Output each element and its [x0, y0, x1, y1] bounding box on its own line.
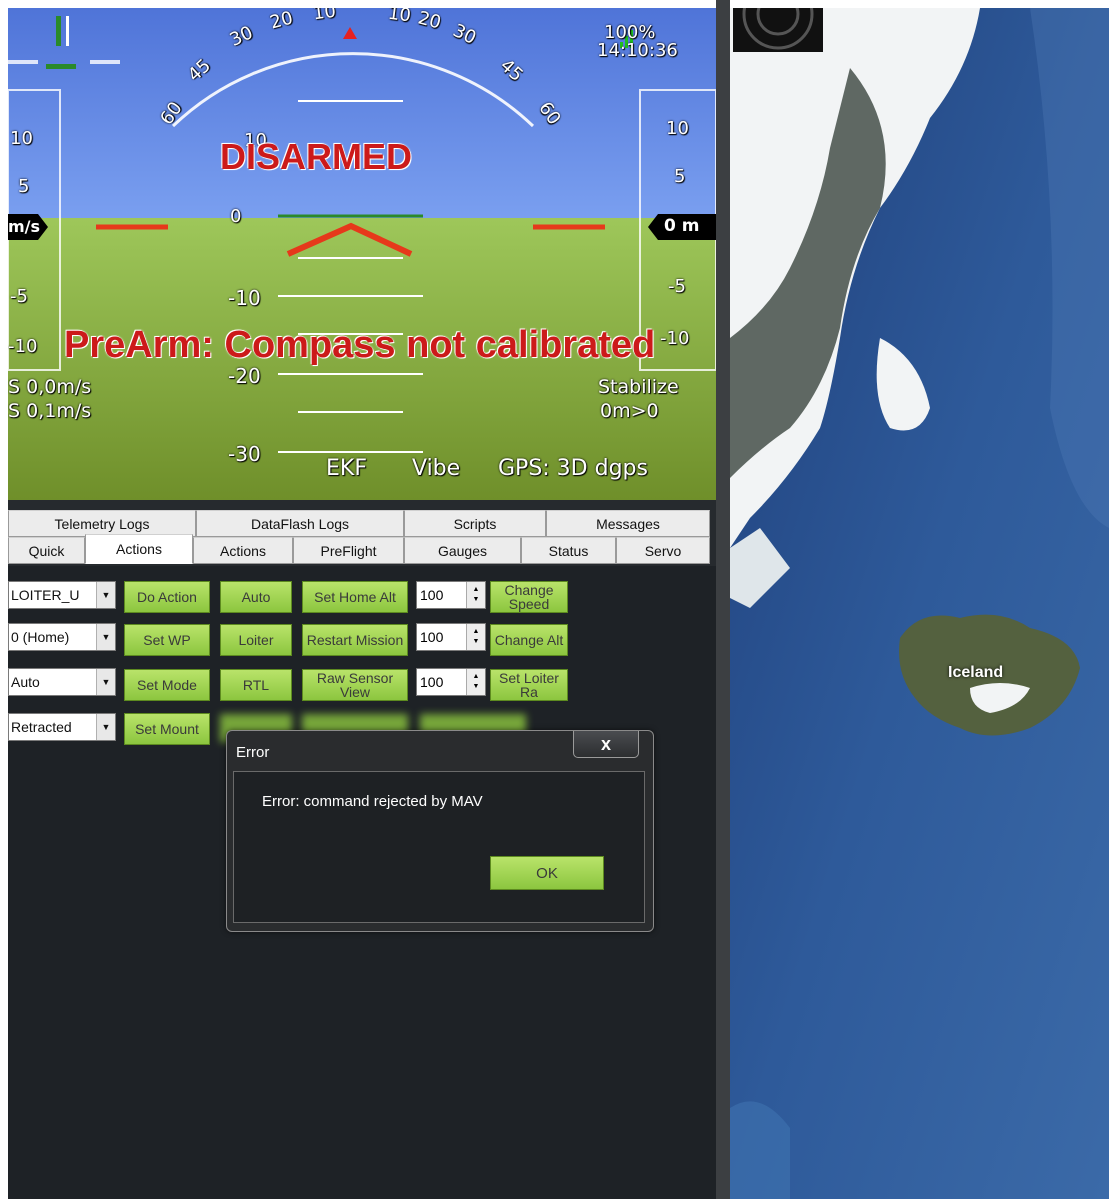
error-dialog: Error x Error: command rejected by MAV O… [226, 730, 654, 932]
spinner-arrows-icon[interactable]: ▲ ▼ [466, 582, 485, 608]
tab-actions-selected[interactable]: Actions [85, 534, 193, 564]
tab-servo[interactable]: Servo [616, 537, 710, 564]
tab-quick[interactable]: Quick [8, 537, 85, 564]
speed-value: 100 [420, 587, 444, 603]
speed-numeric-input[interactable]: 100 ▲ ▼ [416, 581, 486, 609]
heading-tick-10: 10 [311, 8, 338, 25]
pitch-label-0: 0 [230, 206, 242, 227]
left-scale-10: 10 [10, 128, 33, 149]
compass-widget[interactable] [733, 0, 823, 52]
spinner-arrows-icon[interactable]: ▲ ▼ [466, 669, 485, 695]
mode-combo-value: Auto [11, 674, 40, 690]
altitude-box-label: 0 m [664, 216, 700, 236]
waypoint-combo[interactable]: 0 (Home) ▼ [8, 623, 116, 651]
loiter-button[interactable]: Loiter [220, 624, 292, 656]
right-scale-5: 5 [674, 166, 686, 187]
loiter-radius-numeric-input[interactable]: 100 ▲ ▼ [416, 668, 486, 696]
dropdown-arrow-icon[interactable]: ▼ [96, 669, 115, 695]
mount-combo-value: Retracted [11, 719, 72, 735]
gps-status: GPS: 3D dgps [498, 456, 648, 481]
pitch-label-minus20: -20 [228, 364, 261, 388]
mount-combo[interactable]: Retracted ▼ [8, 713, 116, 741]
speed-box-label: m/s [8, 217, 41, 236]
dropdown-arrow-icon[interactable]: ▼ [96, 714, 115, 740]
loiter-radius-value: 100 [420, 674, 444, 690]
ekf-indicator[interactable]: EKF [326, 456, 367, 481]
do-action-button[interactable]: Do Action [124, 581, 210, 613]
close-icon: x [600, 733, 611, 754]
heading-tick-10-right: 10 [386, 8, 413, 27]
compass-icon [742, 0, 814, 50]
dropdown-arrow-icon[interactable]: ▼ [96, 624, 115, 650]
left-scale-5: 5 [18, 176, 30, 197]
right-scale-minus10: -10 [660, 328, 690, 349]
ok-button[interactable]: OK [490, 856, 604, 890]
hud-display: 60 45 30 20 10 10 20 30 45 60 100% 14:10… [8, 8, 716, 500]
tab-actions[interactable]: Actions [193, 537, 293, 564]
dropdown-arrow-icon[interactable]: ▼ [96, 582, 115, 608]
vibe-indicator[interactable]: Vibe [412, 456, 460, 481]
tab-telemetry-logs[interactable]: Telemetry Logs [8, 510, 196, 537]
tab-gauges[interactable]: Gauges [404, 537, 521, 564]
waypoint-distance: 0m>0 [600, 400, 659, 422]
tab-row-1: Telemetry Logs DataFlash Logs Scripts Me… [8, 510, 710, 537]
tab-scripts[interactable]: Scripts [404, 510, 546, 537]
alt-value: 100 [420, 629, 444, 645]
set-home-alt-button[interactable]: Set Home Alt [302, 581, 408, 613]
dialog-title: Error [236, 744, 270, 761]
ground-speed: S 0,0m/s [8, 376, 92, 398]
right-scale-minus5: -5 [668, 276, 686, 297]
left-scale-minus10: -10 [8, 336, 38, 357]
tab-messages[interactable]: Messages [546, 510, 710, 537]
tab-dataflash-logs[interactable]: DataFlash Logs [196, 510, 404, 537]
tab-status[interactable]: Status [521, 537, 616, 564]
pitch-label-minus10: -10 [228, 286, 261, 310]
tab-row-2: Quick Actions Actions PreFlight Gauges S… [8, 534, 710, 564]
restart-mission-button[interactable]: Restart Mission [302, 624, 408, 656]
spinner-arrows-icon[interactable]: ▲ ▼ [466, 624, 485, 650]
set-wp-button[interactable]: Set WP [124, 624, 210, 656]
change-speed-button[interactable]: Change Speed [490, 581, 568, 613]
raw-sensor-view-button[interactable]: Raw Sensor View [302, 669, 408, 701]
close-button[interactable]: x [573, 731, 639, 758]
tab-preflight[interactable]: PreFlight [293, 537, 404, 564]
clock-time: 14:10:36 [597, 40, 678, 61]
left-scale-minus5: -5 [10, 286, 28, 307]
armed-status: DISARMED [220, 136, 413, 177]
air-speed: S 0,1m/s [8, 400, 92, 422]
map-view[interactable]: Iceland [730, 8, 1109, 1199]
flight-mode: Stabilize [598, 376, 679, 398]
prearm-message: PreArm: Compass not calibrated [64, 324, 656, 366]
auto-button[interactable]: Auto [220, 581, 292, 613]
set-mount-button[interactable]: Set Mount [124, 713, 210, 745]
waypoint-combo-value: 0 (Home) [11, 629, 70, 645]
action-combo-value: LOITER_U [11, 587, 80, 603]
hud-graphics [8, 8, 716, 500]
panel-splitter[interactable] [716, 0, 730, 1199]
error-message: Error: command rejected by MAV [262, 793, 483, 810]
map-label-iceland: Iceland [948, 664, 1004, 681]
set-mode-button[interactable]: Set Mode [124, 669, 210, 701]
change-alt-button[interactable]: Change Alt [490, 624, 568, 656]
mode-combo[interactable]: Auto ▼ [8, 668, 116, 696]
right-scale-10: 10 [666, 118, 689, 139]
satellite-map [730, 8, 1109, 1199]
dialog-body: Error: command rejected by MAV OK [233, 771, 645, 923]
action-combo[interactable]: LOITER_U ▼ [8, 581, 116, 609]
rtl-button[interactable]: RTL [220, 669, 292, 701]
set-loiter-radius-button[interactable]: Set Loiter Ra [490, 669, 568, 701]
alt-numeric-input[interactable]: 100 ▲ ▼ [416, 623, 486, 651]
pitch-label-minus30: -30 [228, 442, 261, 466]
